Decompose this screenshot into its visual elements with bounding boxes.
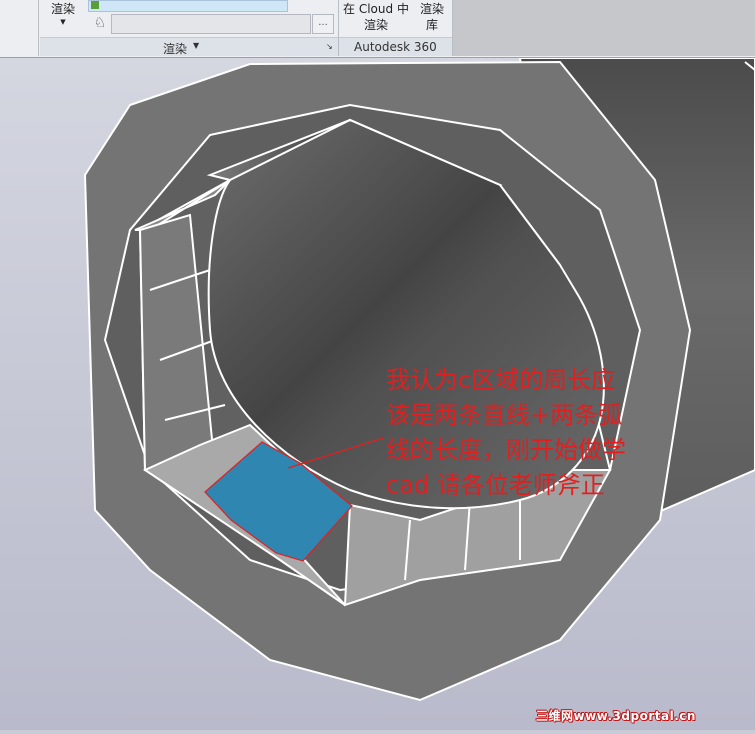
render-gallery-button[interactable]: 渲染 库 (414, 1, 450, 33)
autodesk360-label: Autodesk 360 (354, 40, 437, 54)
render-button-label: 渲染 (50, 2, 75, 16)
preset-icon (91, 1, 99, 9)
render-gallery-label-2: 库 (425, 18, 438, 32)
panel-dropdown-icon[interactable]: ▼ (193, 41, 199, 50)
chevron-down-icon: ▼ (60, 18, 66, 26)
render-gallery-label-1: 渲染 (419, 2, 444, 16)
render-output-field[interactable] (111, 14, 311, 34)
dialog-launcher-icon[interactable]: ↘ (326, 42, 333, 51)
autodesk360-panel-title-bar: Autodesk 360 (339, 37, 452, 56)
annotation-line-1: 我认为c区域的周长应 (386, 366, 616, 394)
browse-button[interactable]: ... (312, 14, 334, 34)
cloud-render-label-2: 渲染 (363, 18, 388, 32)
render-preset-dropdown[interactable] (88, 0, 288, 12)
cloud-render-label-1: 在 Cloud 中 (343, 2, 409, 16)
teapot-icon[interactable]: ♘ (90, 14, 110, 32)
render-button[interactable]: 渲染 ▼ (46, 1, 80, 27)
ribbon-empty-area (453, 0, 755, 56)
ribbon-separator (38, 0, 39, 56)
render-panel-label: 渲染 (163, 42, 188, 56)
annotation-line-4: cad 请各位老师斧正 (386, 471, 605, 499)
render-in-cloud-button[interactable]: 在 Cloud 中 渲染 (340, 1, 412, 33)
render-panel-title-bar: 渲染 ▼ ↘ (40, 37, 338, 56)
annotation-line-3: 线的长度，刚开始做学 (386, 436, 626, 464)
annotation-line-2: 该是两条直线+两条弧 (386, 401, 623, 429)
annotation-note: 我认为c区域的周长应 该是两条直线+两条弧 线的长度，刚开始做学 cad 请各位… (386, 363, 716, 503)
site-watermark: 三维网www.3dportal.cn (536, 709, 696, 723)
ribbon: 渲染 ▼ ♘ ... 渲染 ▼ ↘ 在 Cloud 中 渲染 渲染 库 Auto… (0, 0, 755, 58)
